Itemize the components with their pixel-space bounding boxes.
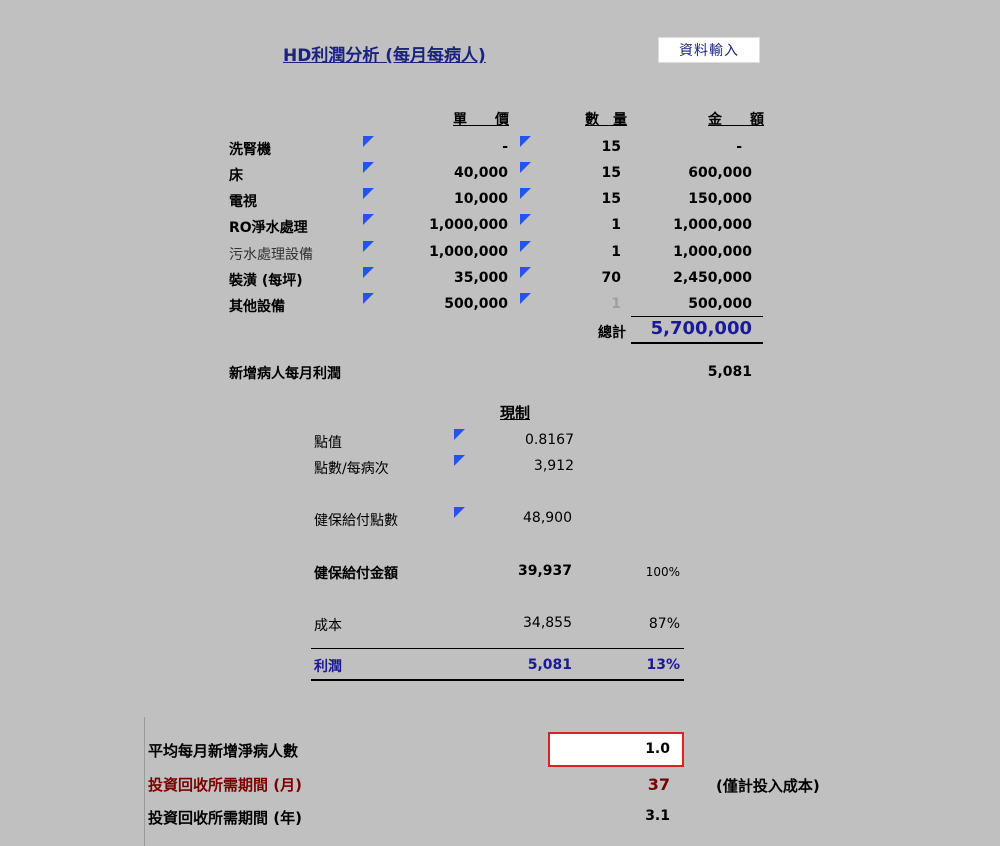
header-amount: 金 額	[708, 112, 764, 128]
page-title: HD利潤分析 (每月每病人)	[283, 46, 486, 66]
comment-marker-icon[interactable]	[454, 455, 465, 466]
equipment-qty[interactable]: 15	[602, 165, 621, 181]
equipment-amount: 500,000	[688, 296, 752, 312]
comment-marker-icon[interactable]	[363, 136, 374, 147]
comment-marker-icon[interactable]	[520, 136, 531, 147]
comment-marker-icon[interactable]	[520, 214, 531, 225]
comment-marker-icon[interactable]	[520, 267, 531, 278]
column-divider	[144, 717, 145, 846]
equipment-qty[interactable]: 1	[611, 244, 621, 260]
equipment-amount: 600,000	[688, 165, 752, 181]
equipment-qty[interactable]: 1	[611, 217, 621, 233]
profit-pct: 13%	[646, 657, 680, 673]
header-unit-price: 單 價	[453, 112, 509, 128]
equipment-amount: 1,000,000	[673, 244, 752, 260]
equipment-name: 裝潢 (每坪)	[229, 273, 303, 289]
comment-marker-icon[interactable]	[520, 162, 531, 173]
equipment-amount: 1,000,000	[673, 217, 752, 233]
comment-marker-icon[interactable]	[363, 241, 374, 252]
profit-label: 利潤	[314, 659, 342, 675]
profit-bottom-rule	[311, 679, 684, 681]
comment-marker-icon[interactable]	[454, 507, 465, 518]
total-value: 5,700,000	[650, 318, 752, 339]
equipment-amount: 150,000	[688, 191, 752, 207]
points-per-visit-label: 點數/每病次	[314, 461, 389, 477]
equipment-name: RO淨水處理	[229, 220, 308, 236]
payback-months-value: 37	[647, 775, 670, 794]
comment-marker-icon[interactable]	[363, 188, 374, 199]
comment-marker-icon[interactable]	[520, 188, 531, 199]
comment-marker-icon[interactable]	[363, 214, 374, 225]
payback-months-label: 投資回收所需期間 (月)	[148, 776, 302, 794]
nhi-points-value: 48,900	[523, 510, 572, 526]
comment-marker-icon[interactable]	[363, 293, 374, 304]
comment-marker-icon[interactable]	[363, 267, 374, 278]
new-patient-profit-label: 新增病人每月利潤	[229, 366, 341, 382]
equipment-qty[interactable]: 1	[611, 296, 621, 312]
equipment-qty[interactable]: 15	[602, 139, 621, 155]
comment-marker-icon[interactable]	[520, 241, 531, 252]
cost-label: 成本	[314, 618, 342, 634]
equipment-price[interactable]: -	[502, 139, 508, 155]
new-patient-profit-value: 5,081	[707, 364, 752, 380]
comment-marker-icon[interactable]	[520, 293, 531, 304]
equipment-name: 床	[229, 168, 243, 184]
profit-value: 5,081	[527, 657, 572, 673]
equipment-price[interactable]: 1,000,000	[429, 244, 508, 260]
equipment-price[interactable]: 40,000	[454, 165, 508, 181]
comment-marker-icon[interactable]	[363, 162, 374, 173]
equipment-name: 污水處理設備	[229, 247, 313, 263]
equipment-name: 其他設備	[229, 299, 285, 315]
avg-new-patients-label: 平均每月新增淨病人數	[148, 742, 299, 760]
payback-note: (僅計投入成本)	[716, 777, 820, 795]
header-quantity: 數 量	[585, 112, 627, 128]
point-value-label: 點值	[314, 435, 342, 451]
nhi-amount-value: 39,937	[517, 563, 572, 579]
payback-years-label: 投資回收所需期間 (年)	[148, 809, 302, 827]
total-bottom-rule	[631, 342, 763, 344]
nhi-points-label: 健保給付點數	[314, 513, 398, 529]
points-per-visit-value[interactable]: 3,912	[534, 458, 574, 474]
equipment-price[interactable]: 1,000,000	[429, 217, 508, 233]
equipment-price[interactable]: 10,000	[454, 191, 508, 207]
equipment-name: 電視	[229, 194, 257, 210]
cost-pct: 87%	[648, 616, 680, 632]
point-value[interactable]: 0.8167	[525, 432, 574, 448]
cost-value: 34,855	[523, 615, 572, 631]
comment-marker-icon[interactable]	[454, 429, 465, 440]
current-system-heading: 現制	[500, 404, 531, 422]
equipment-amount: 2,450,000	[673, 270, 752, 286]
equipment-price[interactable]: 500,000	[444, 296, 508, 312]
total-label: 總計	[598, 325, 626, 341]
equipment-amount: -	[736, 139, 742, 155]
data-input-button[interactable]: 資料輸入	[658, 37, 760, 63]
payback-years-value: 3.1	[645, 808, 670, 824]
equipment-qty[interactable]: 15	[602, 191, 621, 207]
equipment-qty[interactable]: 70	[602, 270, 621, 286]
nhi-amount-pct: 100%	[645, 565, 680, 579]
avg-new-patients-input[interactable]: 1.0	[548, 732, 684, 767]
equipment-name: 洗腎機	[229, 142, 271, 158]
nhi-amount-label: 健保給付金額	[314, 566, 398, 582]
equipment-price[interactable]: 35,000	[454, 270, 508, 286]
total-top-rule	[631, 316, 763, 317]
profit-top-rule	[311, 648, 684, 649]
